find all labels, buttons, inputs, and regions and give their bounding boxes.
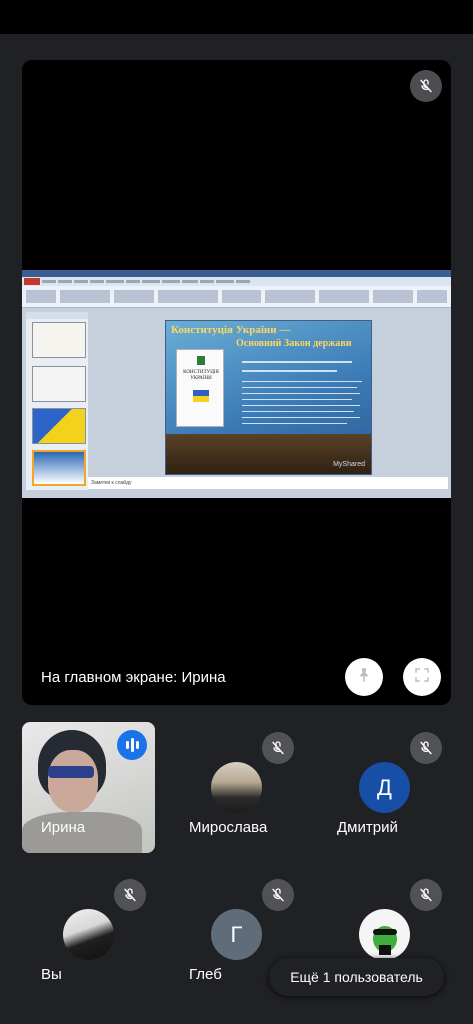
constitution-book-image: КОНСТИТУЦІЯ УКРАЇНИ (176, 349, 224, 427)
parliament-photo (166, 434, 371, 474)
mic-off-icon (410, 879, 442, 911)
book-title: КОНСТИТУЦІЯ УКРАЇНИ (183, 370, 219, 381)
ppt-title-bar (22, 270, 451, 277)
pin-button[interactable] (345, 658, 383, 696)
fit-screen-button[interactable] (403, 658, 441, 696)
pin-icon (355, 666, 373, 689)
mic-off-icon (262, 732, 294, 764)
participant-name: Ирина (41, 819, 86, 836)
main-stage-label: На главном экране: Ирина (41, 669, 226, 686)
slide-thumb-2 (32, 366, 86, 402)
avatar (359, 909, 410, 960)
mic-off-icon (410, 70, 442, 102)
avatar (63, 909, 114, 960)
fit-screen-icon (413, 666, 431, 689)
participant-tile-irina[interactable]: Ирина (22, 722, 155, 853)
slide-notes: Заметки к слайду (88, 477, 448, 489)
participant-name: Вы (41, 966, 62, 983)
slide-title: Конституція України — (171, 324, 291, 336)
participant-tile-miroslava[interactable]: Мирослава (170, 722, 303, 853)
avatar (211, 762, 262, 813)
mic-off-icon (410, 732, 442, 764)
slide-thumb-3 (32, 408, 86, 444)
audio-wave-icon (117, 730, 147, 760)
slide-thumbnails (26, 312, 88, 490)
status-bar (0, 0, 473, 34)
participant-name: Глеб (189, 966, 222, 983)
participant-tile-you[interactable]: Вы (22, 869, 155, 1000)
mic-off-icon (262, 879, 294, 911)
main-stage[interactable]: Конституція України — Основний Закон дер… (22, 60, 451, 705)
avatar-initial: Д (377, 774, 392, 800)
current-slide: Конституція України — Основний Закон дер… (165, 320, 372, 475)
participant-name: Мирослава (189, 819, 268, 836)
more-participants-button[interactable]: Ещё 1 пользователь (269, 958, 444, 996)
avatar: Г (211, 909, 262, 960)
ppt-ribbon (22, 286, 451, 308)
participant-name: Дмитрий (337, 819, 398, 836)
ppt-status-bar (22, 492, 451, 498)
slide-subtitle: Основний Закон держави (236, 338, 352, 349)
slide-thumb-1 (32, 322, 86, 358)
shared-presentation: Конституція України — Основний Закон дер… (22, 270, 451, 498)
watermark: MyShared (333, 461, 365, 468)
ppt-menu-bar (22, 277, 451, 286)
participant-tile-dmitry[interactable]: Д Дмитрий (318, 722, 451, 853)
mic-off-icon (114, 879, 146, 911)
avatar: Д (359, 762, 410, 813)
slide-thumb-4 (32, 450, 86, 486)
avatar-initial: Г (230, 921, 243, 947)
